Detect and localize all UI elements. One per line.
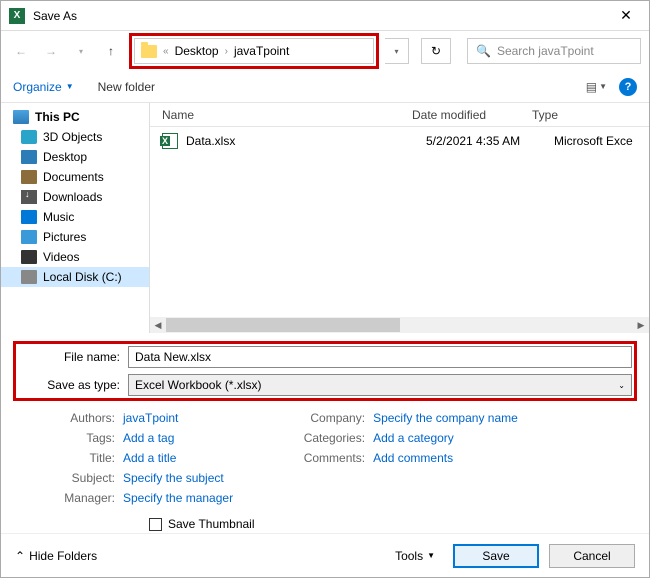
chevron-right-icon: › (225, 46, 228, 57)
view-options-button[interactable]: ▤ ▼ (586, 80, 607, 94)
search-placeholder: Search javaTpoint (497, 44, 594, 58)
forward-icon[interactable]: → (39, 39, 63, 63)
sidebar-item-label: This PC (35, 110, 80, 124)
col-header-name[interactable]: Name (162, 108, 412, 122)
recent-icon[interactable]: ▾ (69, 39, 93, 63)
sidebar-item-dl[interactable]: Downloads (1, 187, 149, 207)
sidebar-item-label: Videos (43, 250, 79, 264)
hide-folders-button[interactable]: ⌃ Hide Folders (15, 549, 97, 563)
dl-icon (21, 190, 37, 204)
sidebar-item-label: Documents (43, 170, 104, 184)
file-date: 5/2/2021 4:35 AM (426, 134, 546, 148)
meta-label: Tags: (13, 431, 123, 445)
scroll-thumb[interactable] (166, 318, 400, 332)
pc-icon (13, 110, 29, 124)
file-type: Microsoft Exce (554, 134, 633, 148)
meta-label: Categories: (263, 431, 373, 445)
meta-value[interactable]: Add comments (373, 451, 453, 465)
new-folder-button[interactable]: New folder (98, 80, 155, 94)
organize-button[interactable]: Organize ▼ (13, 80, 74, 94)
vid-icon (21, 250, 37, 264)
filename-input[interactable] (128, 346, 632, 368)
meta-label: Manager: (13, 491, 123, 505)
refresh-icon[interactable]: ↻ (421, 38, 451, 64)
sidebar-item-pic[interactable]: Pictures (1, 227, 149, 247)
excel-app-icon: X (9, 8, 25, 24)
savetype-label: Save as type: (18, 378, 128, 392)
meta-value[interactable]: Specify the company name (373, 411, 518, 425)
save-thumbnail-label[interactable]: Save Thumbnail (168, 517, 255, 531)
file-row[interactable]: Data.xlsx 5/2/2021 4:35 AM Microsoft Exc… (150, 127, 649, 155)
breadcrumb-highlight: « Desktop › javaTpoint (129, 33, 379, 69)
excel-file-icon (162, 133, 178, 149)
meta-value[interactable]: Specify the subject (123, 471, 224, 485)
meta-label: Company: (263, 411, 373, 425)
file-name: Data.xlsx (186, 134, 418, 148)
sidebar-item-label: Music (43, 210, 74, 224)
cancel-button[interactable]: Cancel (549, 544, 635, 568)
chevron-down-icon: ⌄ (618, 381, 625, 390)
scroll-left-icon[interactable]: ◀ (150, 320, 166, 331)
up-icon[interactable]: ↑ (99, 39, 123, 63)
help-icon[interactable]: ? (619, 78, 637, 96)
3d-icon (21, 130, 37, 144)
sidebar-item-label: 3D Objects (43, 130, 102, 144)
search-input[interactable]: 🔍 Search javaTpoint (467, 38, 641, 64)
col-header-date[interactable]: Date modified (412, 108, 532, 122)
sidebar-item-label: Local Disk (C:) (43, 270, 122, 284)
sidebar-item-doc[interactable]: Documents (1, 167, 149, 187)
sidebar-item-vid[interactable]: Videos (1, 247, 149, 267)
view-icon: ▤ (586, 80, 597, 94)
pic-icon (21, 230, 37, 244)
save-button[interactable]: Save (453, 544, 539, 568)
savetype-select[interactable]: Excel Workbook (*.xlsx) ⌄ (128, 374, 632, 396)
desktop-icon (21, 150, 37, 164)
filename-label: File name: (18, 350, 128, 364)
sidebar-item-disk[interactable]: Local Disk (C:) (1, 267, 149, 287)
sidebar-item-desktop[interactable]: Desktop (1, 147, 149, 167)
window-title: Save As (33, 9, 611, 23)
horizontal-scrollbar[interactable]: ◀ ▶ (150, 317, 649, 333)
scroll-right-icon[interactable]: ▶ (633, 320, 649, 331)
music-icon (21, 210, 37, 224)
tools-button[interactable]: Tools ▼ (395, 549, 435, 563)
meta-value[interactable]: Add a category (373, 431, 454, 445)
meta-label: Authors: (13, 411, 123, 425)
meta-value[interactable]: Add a title (123, 451, 176, 465)
sidebar: This PC 3D Objects Desktop Documents Downloa… (1, 103, 149, 333)
sidebar-item-label: Desktop (43, 150, 87, 164)
save-thumbnail-checkbox[interactable] (149, 518, 162, 531)
breadcrumb-sep: « (163, 46, 169, 57)
chevron-down-icon: ▼ (66, 82, 74, 91)
file-list: Name Date modified Type Data.xlsx 5/2/20… (150, 103, 649, 333)
folder-icon (141, 45, 157, 58)
search-icon: 🔍 (476, 44, 491, 58)
sidebar-item-3d[interactable]: 3D Objects (1, 127, 149, 147)
breadcrumb-item[interactable]: javaTpoint (234, 44, 289, 58)
meta-label: Comments: (263, 451, 373, 465)
sidebar-item-label: Downloads (43, 190, 102, 204)
meta-value[interactable]: Specify the manager (123, 491, 233, 505)
fields-highlight: File name: Save as type: Excel Workbook … (13, 341, 637, 401)
meta-label: Subject: (13, 471, 123, 485)
sidebar-item-label: Pictures (43, 230, 86, 244)
chevron-down-icon: ▼ (427, 551, 435, 560)
breadcrumb-dropdown-icon[interactable]: ▾ (385, 38, 409, 64)
meta-value[interactable]: Add a tag (123, 431, 174, 445)
sidebar-item-music[interactable]: Music (1, 207, 149, 227)
meta-value[interactable]: javaTpoint (123, 411, 178, 425)
doc-icon (21, 170, 37, 184)
breadcrumb[interactable]: « Desktop › javaTpoint (134, 38, 374, 64)
close-icon[interactable]: ✕ (611, 7, 641, 24)
col-header-type[interactable]: Type (532, 108, 649, 122)
disk-icon (21, 270, 37, 284)
chevron-up-icon: ⌃ (15, 549, 25, 563)
back-icon[interactable]: ← (9, 39, 33, 63)
sidebar-item-pc[interactable]: This PC (1, 107, 149, 127)
meta-label: Title: (13, 451, 123, 465)
breadcrumb-item[interactable]: Desktop (175, 44, 219, 58)
